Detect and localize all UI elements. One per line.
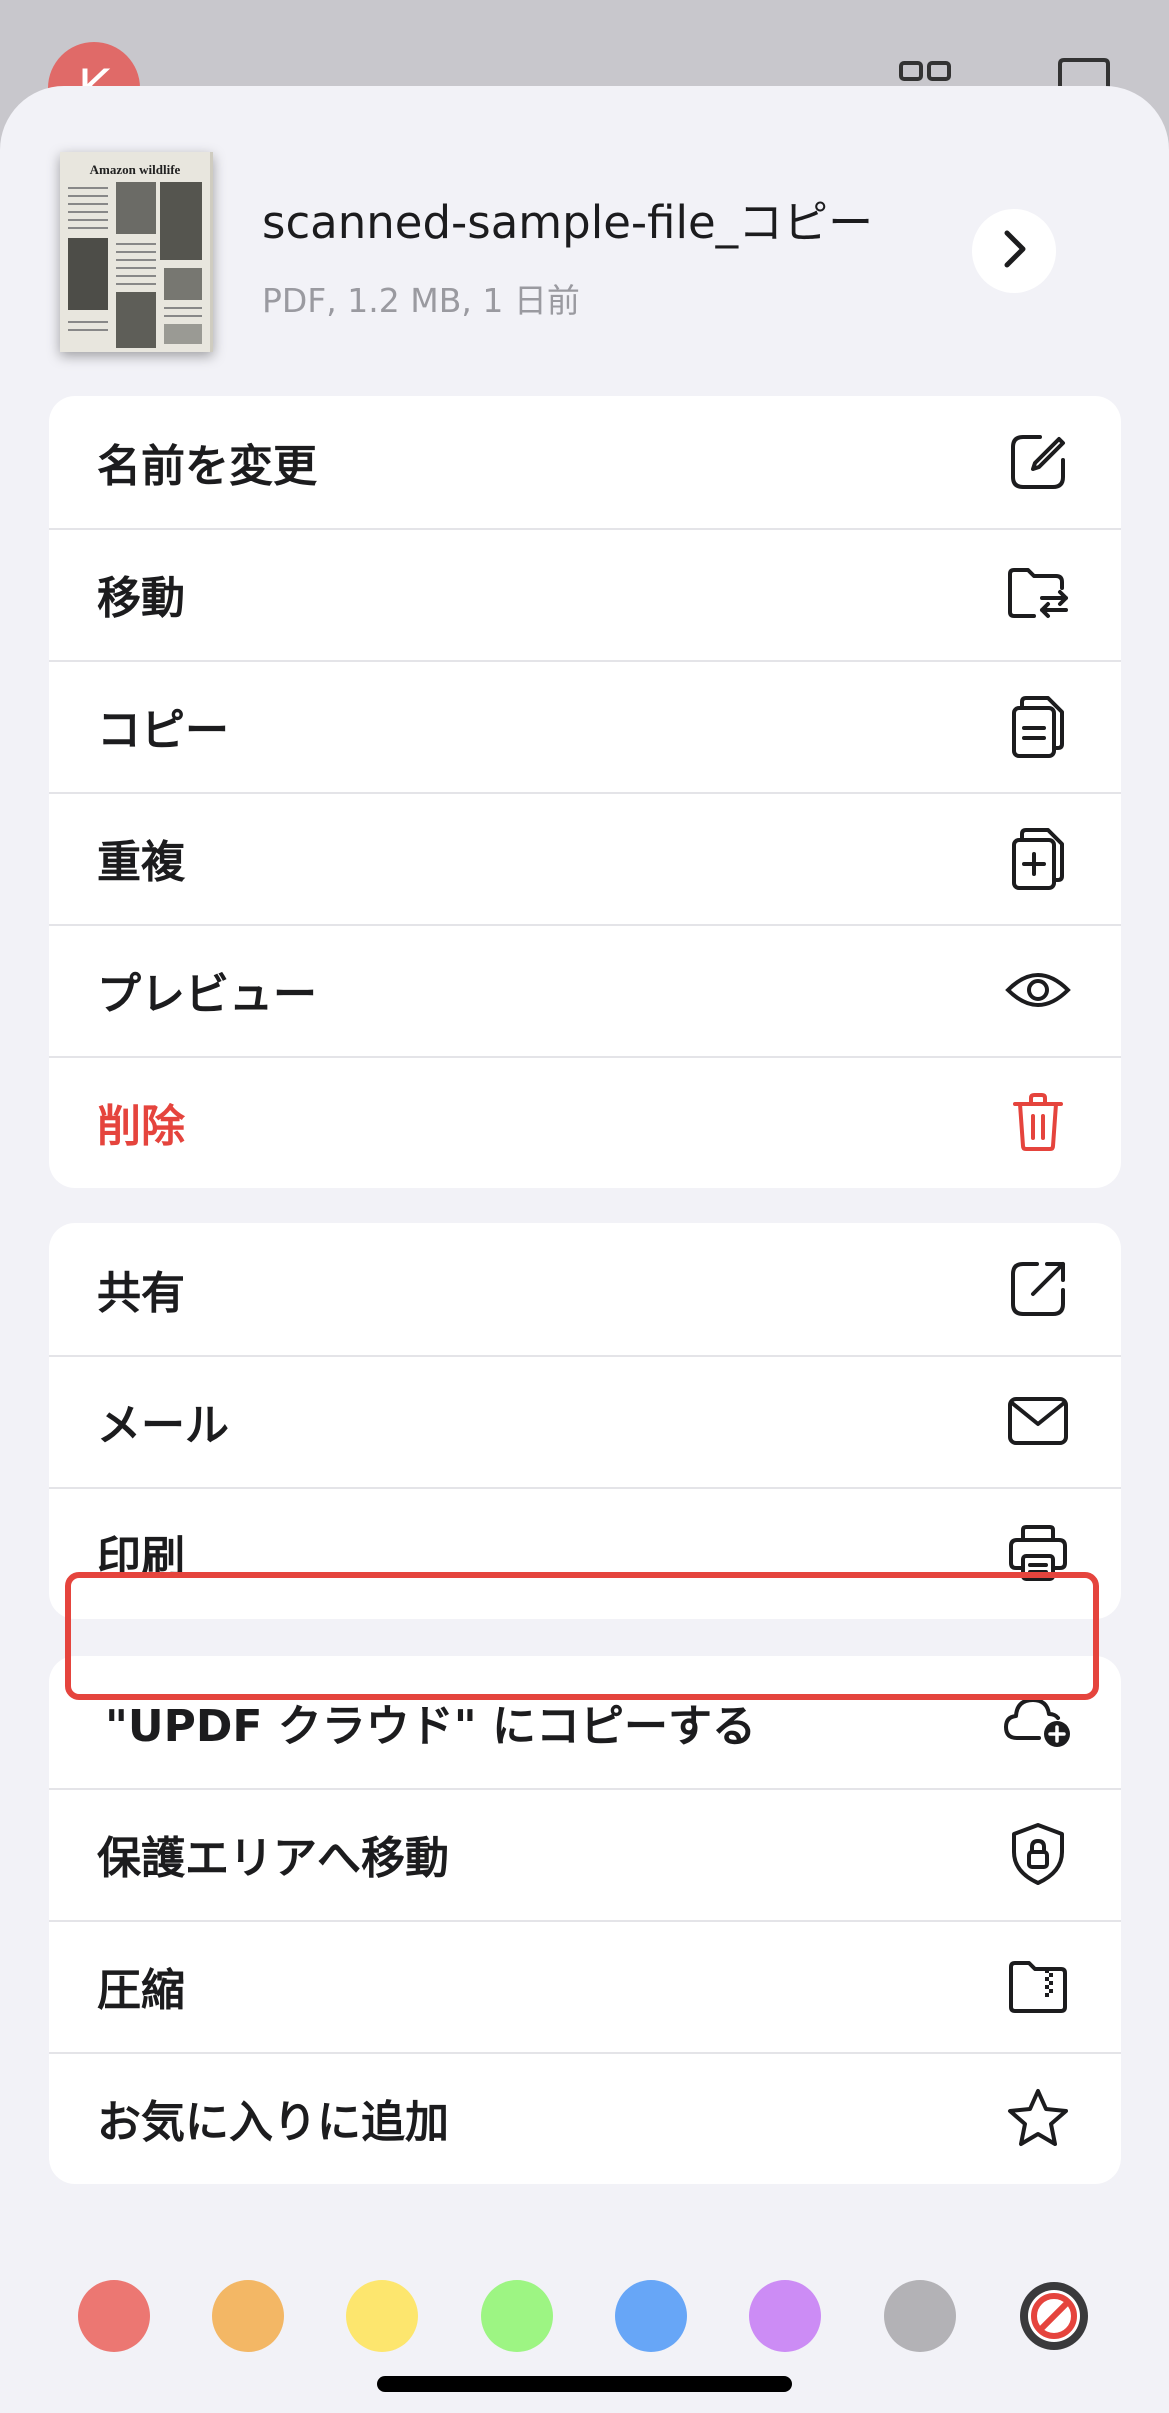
tag-yellow-dot[interactable] [346, 2280, 418, 2352]
tag-green-dot[interactable] [481, 2280, 553, 2352]
copy-label: コピー [97, 705, 229, 756]
copy-row[interactable]: コピー [49, 660, 1121, 792]
move-to-secure-row[interactable]: 保護エリアへ移動 [49, 1788, 1121, 1920]
print-highlight-box [65, 1572, 1099, 1700]
thumbnail-title: Amazon wildlife [90, 162, 181, 177]
file-details-button[interactable] [972, 209, 1056, 293]
mail-label: メール [97, 1400, 229, 1451]
duplicate-row[interactable]: 重複 [49, 792, 1121, 924]
move-folder-icon [1003, 559, 1073, 629]
zip-folder-icon [1003, 1951, 1073, 2021]
mail-row[interactable]: メール [49, 1355, 1121, 1487]
duplicate-label: 重複 [97, 837, 185, 888]
duplicate-icon [1003, 823, 1073, 893]
tag-red-dot[interactable] [78, 2280, 150, 2352]
file-header: Amazon wildlife scanned-sample-file_コピー … [0, 86, 1169, 386]
rename-icon [1003, 427, 1073, 497]
move-label: 移動 [97, 573, 185, 624]
share-icon [1003, 1254, 1073, 1324]
compress-label: 圧縮 [97, 1965, 185, 2016]
no-color-icon[interactable] [1018, 2280, 1090, 2352]
file-name: scanned-sample-file_コピー [262, 196, 874, 249]
preview-row[interactable]: プレビュー [49, 924, 1121, 1056]
action-group-share: 共有 メール 印刷 [49, 1223, 1121, 1619]
action-sheet: Amazon wildlife scanned-sample-file_コピー … [0, 86, 1169, 2413]
color-tag-bar [0, 2266, 1169, 2366]
preview-label: プレビュー [97, 969, 317, 1020]
mail-icon [1003, 1386, 1073, 1456]
chevron-right-icon [999, 229, 1029, 273]
tag-gray-dot[interactable] [884, 2280, 956, 2352]
trash-icon [1003, 1087, 1073, 1157]
copy-icon [1003, 691, 1073, 761]
file-thumbnail[interactable]: Amazon wildlife [60, 152, 213, 352]
delete-label: 削除 [97, 1101, 185, 1152]
move-to-secure-label: 保護エリアへ移動 [97, 1833, 449, 1884]
file-meta: PDF, 1.2 MB, 1 日前 [262, 281, 580, 320]
shield-lock-icon [1003, 1819, 1073, 1889]
move-row[interactable]: 移動 [49, 528, 1121, 660]
share-label: 共有 [97, 1268, 185, 1319]
share-row[interactable]: 共有 [49, 1223, 1121, 1355]
compress-row[interactable]: 圧縮 [49, 1920, 1121, 2052]
rename-row[interactable]: 名前を変更 [49, 396, 1121, 528]
delete-row[interactable]: 削除 [49, 1056, 1121, 1188]
add-favorite-label: お気に入りに追加 [97, 2097, 449, 2148]
tag-orange-dot[interactable] [212, 2280, 284, 2352]
eye-icon [1003, 955, 1073, 1025]
tag-blue-dot[interactable] [615, 2280, 687, 2352]
home-indicator [377, 2376, 792, 2392]
add-favorite-row[interactable]: お気に入りに追加 [49, 2052, 1121, 2184]
tag-purple-dot[interactable] [749, 2280, 821, 2352]
rename-label: 名前を変更 [97, 441, 317, 492]
star-icon [1003, 2083, 1073, 2153]
action-group-file: 名前を変更 移動 コピー 重複 プレビュー 削除 [49, 396, 1121, 1188]
action-group-more: "UPDF クラウド" にコピーする 保護エリアへ移動 圧縮 お気に入りに追加 [49, 1656, 1121, 2184]
